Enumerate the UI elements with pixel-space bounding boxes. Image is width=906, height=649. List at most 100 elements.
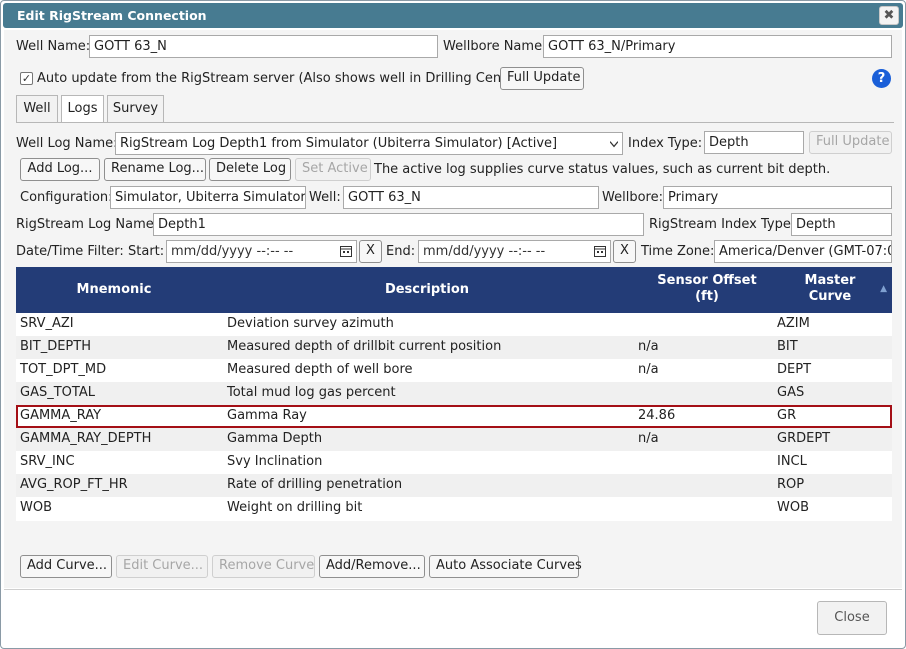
index-type-input[interactable]: Depth xyxy=(704,131,804,154)
wellbore-name-label: Wellbore Name: xyxy=(443,39,547,54)
table-row[interactable]: GAS_TOTAL Total mud log gas percent GAS xyxy=(16,382,892,405)
add-log-button[interactable]: Add Log... xyxy=(20,158,100,181)
table-row[interactable]: GAMMA_RAY_DEPTH Gamma Depth n/a GRDEPT xyxy=(16,428,892,451)
calendar-icon[interactable] xyxy=(594,245,606,257)
cell-mnemonic: SRV_INC xyxy=(20,454,75,469)
cell-master-curve: WOB xyxy=(777,500,810,515)
rigstream-log-name-input[interactable]: Depth1 xyxy=(153,213,644,236)
cell-description: Gamma Ray xyxy=(227,408,307,423)
column-sensor-offset-unit: (ft) xyxy=(695,289,719,304)
dialog-titlebar[interactable]: Edit RigStream Connection ✖ xyxy=(3,3,903,28)
cell-mnemonic: AVG_ROP_FT_HR xyxy=(20,477,128,492)
time-zone-label: Time Zone: xyxy=(641,244,715,259)
cell-sensor-offset: n/a xyxy=(638,431,659,446)
configuration-input[interactable]: Simulator, Ubiterra Simulator, \ xyxy=(110,186,306,209)
auto-update-checkbox[interactable]: ✓ xyxy=(20,72,33,85)
clear-end-button[interactable]: X xyxy=(613,240,636,263)
calendar-icon[interactable] xyxy=(340,245,352,257)
cell-master-curve: ROP xyxy=(777,477,805,492)
cell-mnemonic: TOT_DPT_MD xyxy=(20,362,107,377)
set-active-button[interactable]: Set Active xyxy=(295,158,371,181)
column-mnemonic[interactable]: Mnemonic xyxy=(16,282,212,298)
cell-mnemonic: GAMMA_RAY xyxy=(20,408,102,423)
column-master-curve[interactable]: Master Curve xyxy=(772,273,888,305)
cell-master-curve: GRDEPT xyxy=(777,431,831,446)
dialog-title: Edit RigStream Connection xyxy=(17,8,207,23)
log-wellbore-label: Wellbore: xyxy=(602,190,663,205)
start-label: Start: xyxy=(128,244,165,259)
cell-mnemonic: BIT_DEPTH xyxy=(20,339,91,354)
add-curve-button[interactable]: Add Curve... xyxy=(20,555,112,578)
column-master-curve-title: Master xyxy=(804,273,856,288)
curves-grid: Mnemonic Description Sensor Offset (ft) … xyxy=(16,267,892,521)
cell-description: Deviation survey azimuth xyxy=(227,316,394,331)
cell-mnemonic: GAS_TOTAL xyxy=(20,385,95,400)
remove-curve-button[interactable]: Remove Curve xyxy=(212,555,315,578)
footer-divider xyxy=(4,589,902,590)
table-row[interactable]: AVG_ROP_FT_HR Rate of drilling penetratio… xyxy=(16,474,892,497)
log-well-input[interactable]: GOTT 63_N xyxy=(343,186,599,209)
cell-description: Total mud log gas percent xyxy=(227,385,396,400)
close-button[interactable]: Close xyxy=(817,601,887,635)
auto-update-label: Auto update from the RigStream server (A… xyxy=(37,71,525,86)
tab-survey[interactable]: Survey xyxy=(107,95,164,122)
log-full-update-button[interactable]: Full Update xyxy=(809,131,892,154)
cell-description: Measured depth of well bore xyxy=(227,362,413,377)
cell-mnemonic: GAMMA_RAY_DEPTH xyxy=(20,431,152,446)
log-wellbore-input[interactable]: Primary xyxy=(663,186,892,209)
help-icon[interactable]: ? xyxy=(872,69,891,88)
table-row[interactable]: SRV_AZI Deviation survey azimuth AZIM xyxy=(16,313,892,336)
cell-master-curve: DEPT xyxy=(777,362,812,377)
rigstream-log-name-label: RigStream Log Name: xyxy=(16,217,159,232)
dialog-content: Well Name: GOTT 63_N Wellbore Name: GOTT… xyxy=(4,30,902,588)
edit-curve-button[interactable]: Edit Curve... xyxy=(116,555,208,578)
clear-start-button[interactable]: X xyxy=(359,240,382,263)
start-date-input[interactable]: mm/dd/yyyy --:-- -- xyxy=(166,240,357,263)
well-name-input[interactable]: GOTT 63_N xyxy=(89,35,438,58)
delete-log-button[interactable]: Delete Log xyxy=(209,158,291,181)
add-remove-button[interactable]: Add/Remove... xyxy=(319,555,425,578)
tab-logs[interactable]: Logs xyxy=(61,95,104,123)
wellbore-name-input[interactable]: GOTT 63_N/Primary xyxy=(543,35,892,58)
table-row[interactable]: GAMMA_RAY Gamma Ray 24.86 GR xyxy=(16,405,892,428)
cell-description: Weight on drilling bit xyxy=(227,500,363,515)
full-update-button[interactable]: Full Update xyxy=(500,67,584,90)
cell-description: Measured depth of drillbit current posit… xyxy=(227,339,502,354)
tab-well[interactable]: Well xyxy=(16,95,58,122)
auto-associate-curves-button[interactable]: Auto Associate Curves xyxy=(429,555,582,578)
end-label: End: xyxy=(386,244,416,259)
cell-master-curve: BIT xyxy=(777,339,798,354)
configuration-label: Configuration: xyxy=(20,190,113,205)
cell-description: Svy Inclination xyxy=(227,454,323,469)
cell-master-curve: AZIM xyxy=(777,316,810,331)
end-date-input[interactable]: mm/dd/yyyy --:-- -- xyxy=(418,240,611,263)
cell-sensor-offset: n/a xyxy=(638,339,659,354)
cell-master-curve: GAS xyxy=(777,385,805,400)
sort-ascending-icon[interactable]: ▲ xyxy=(880,284,887,294)
cell-description: Rate of drilling penetration xyxy=(227,477,403,492)
table-row[interactable]: TOT_DPT_MD Measured depth of well bore n/a… xyxy=(16,359,892,382)
well-log-select-value: RigStream Log Depth1 from Simulator (Ubi… xyxy=(120,136,558,151)
cell-master-curve: GR xyxy=(777,408,797,423)
active-log-note: The active log supplies curve status val… xyxy=(374,162,831,177)
well-name-label: Well Name: xyxy=(16,39,91,54)
table-row[interactable]: SRV_INC Svy Inclination INCL xyxy=(16,451,892,474)
tab-underline xyxy=(16,122,894,123)
table-row[interactable]: WOB Weight on drilling bit WOB xyxy=(16,497,892,520)
date-time-filter-label: Date/Time Filter: xyxy=(16,244,124,259)
index-type-label: Index Type: xyxy=(628,136,703,151)
table-row[interactable]: BIT_DEPTH Measured depth of drillbit curr… xyxy=(16,336,892,359)
log-well-label: Well: xyxy=(309,190,341,205)
cell-mnemonic: SRV_AZI xyxy=(20,316,74,331)
well-log-name-label: Well Log Name: xyxy=(16,136,118,151)
rigstream-index-type-input[interactable]: Depth xyxy=(791,213,892,236)
well-log-select[interactable]: RigStream Log Depth1 from Simulator (Ubi… xyxy=(115,132,623,155)
column-description[interactable]: Description xyxy=(212,282,642,298)
rename-log-button[interactable]: Rename Log... xyxy=(104,158,206,181)
column-sensor-offset[interactable]: Sensor Offset (ft) xyxy=(642,273,772,305)
edit-rigstream-dialog: Edit RigStream Connection ✖ Well Name: G… xyxy=(0,0,906,649)
close-icon[interactable]: ✖ xyxy=(879,6,899,25)
chevron-down-icon xyxy=(610,141,618,148)
rigstream-index-type-label: RigStream Index Type: xyxy=(649,217,796,232)
time-zone-input[interactable]: America/Denver (GMT-07:00 xyxy=(714,240,892,263)
